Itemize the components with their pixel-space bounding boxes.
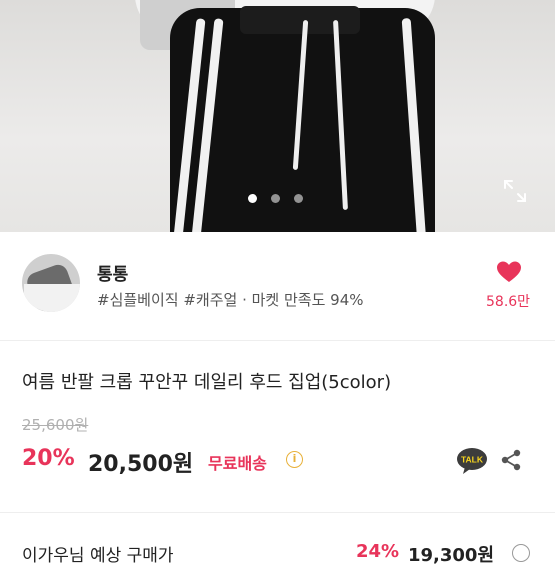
seller-name[interactable]: 통통 xyxy=(97,260,128,285)
original-price: 25,600원 xyxy=(22,416,89,434)
carousel-dot[interactable] xyxy=(248,194,257,203)
product-image-carousel[interactable] xyxy=(0,0,555,232)
expected-price: 19,300원 xyxy=(408,545,495,566)
chevron-down-icon[interactable] xyxy=(512,544,530,562)
discount-rate: 20% xyxy=(22,446,75,471)
expand-icon[interactable] xyxy=(502,178,528,204)
image-waistband xyxy=(240,6,360,34)
sale-price: 20,500원 xyxy=(88,452,194,477)
talk-label: TALK xyxy=(461,455,484,465)
carousel-dots xyxy=(248,194,303,203)
like-count: 58.6만 xyxy=(486,294,531,310)
free-shipping-badge: 무료배송 xyxy=(208,454,267,473)
product-title: 여름 반팔 크롭 꾸안꾸 데일리 후드 집업(5color) xyxy=(22,372,392,393)
share-icon[interactable] xyxy=(499,448,523,472)
heart-icon[interactable] xyxy=(496,260,522,284)
seller-avatar[interactable] xyxy=(22,254,80,312)
expected-discount: 24% xyxy=(356,541,400,562)
carousel-dot[interactable] xyxy=(294,194,303,203)
pants-stripe xyxy=(401,17,428,232)
section-divider xyxy=(0,340,555,341)
avatar-shape xyxy=(24,284,80,312)
kakao-talk-icon[interactable]: TALK xyxy=(456,447,488,475)
seller-tags: #심플베이직 #캐주얼 · 마켓 만족도 94% xyxy=(97,291,364,309)
carousel-dot[interactable] xyxy=(271,194,280,203)
expected-price-label: 이가우님 예상 구매가 xyxy=(22,546,174,566)
info-icon[interactable]: i xyxy=(286,451,303,468)
